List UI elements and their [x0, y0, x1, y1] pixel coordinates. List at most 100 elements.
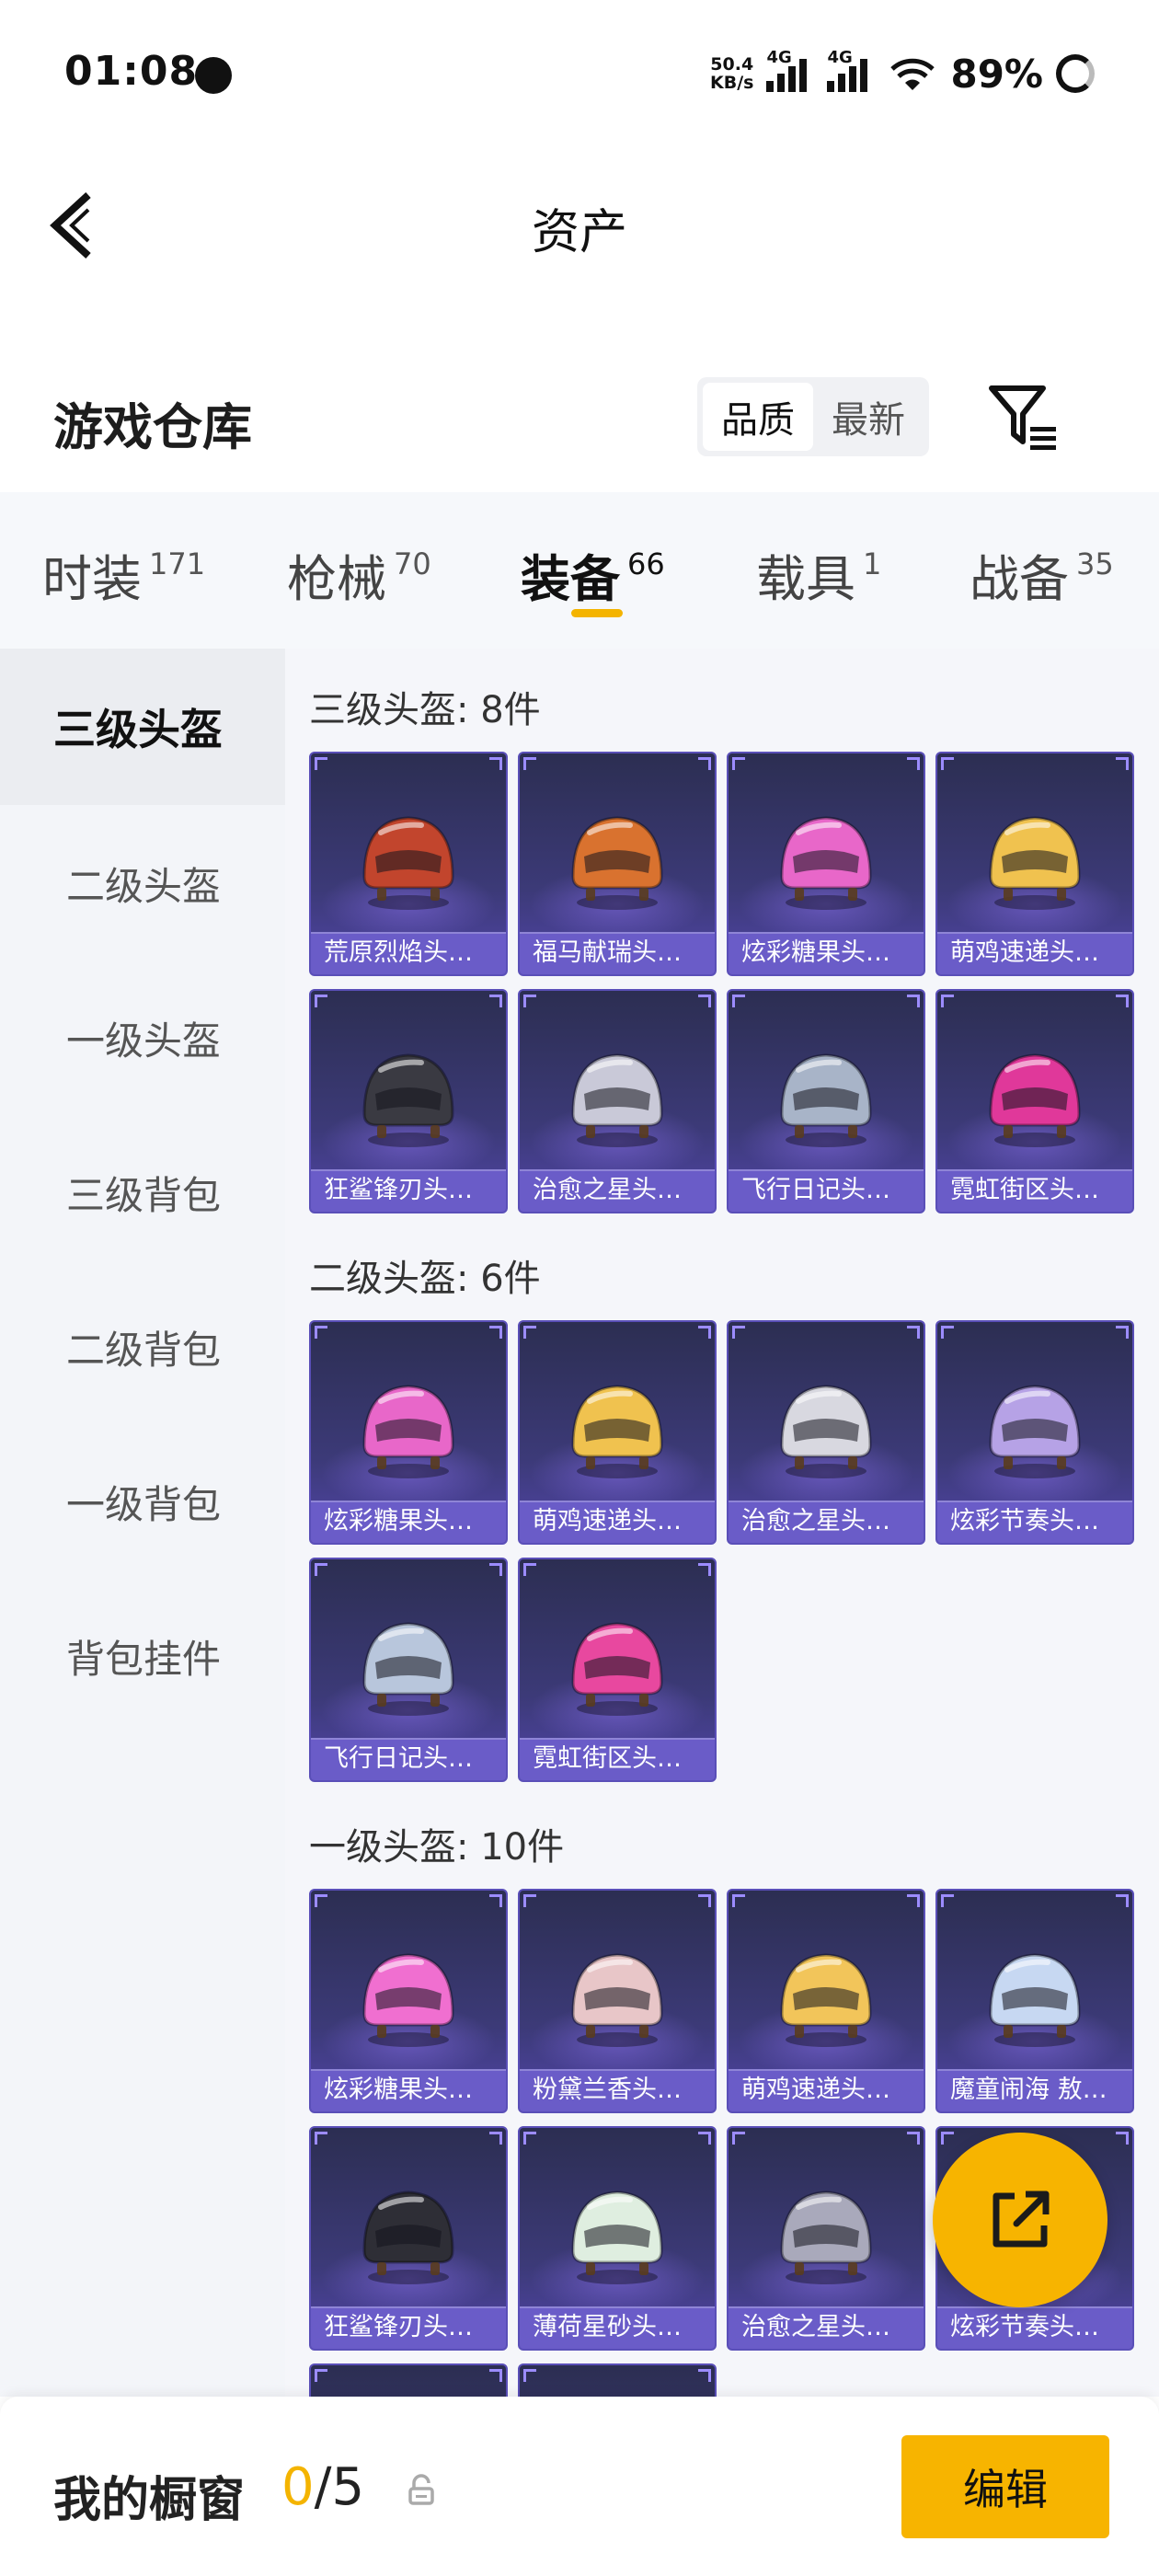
item-card[interactable]: 福马献瑞头… [518, 752, 717, 976]
item-card[interactable]: 治愈之星头… [727, 1320, 925, 1545]
showcase-current: 0 [281, 2457, 315, 2517]
item-card[interactable]: 萌鸡速递头… [518, 1320, 717, 1545]
item-card[interactable]: 炫彩节奏头… [935, 1320, 1134, 1545]
item-card[interactable]: 飞行日记头… [727, 989, 925, 1213]
card-corner [698, 2132, 711, 2145]
item-card[interactable]: 粉黛兰香头… [518, 1889, 717, 2113]
card-corner [523, 1563, 536, 1576]
card-corner [732, 1894, 745, 1907]
sort-option-newest[interactable]: 最新 [813, 383, 924, 451]
item-name: 狂鲨锋刃头… [311, 1169, 506, 1212]
section-title: 二级头盔: 6件 [309, 1258, 541, 1300]
tab-count: 66 [627, 546, 665, 581]
sidebar-item-lv3-helmet[interactable]: 三级头盔 [0, 649, 285, 805]
pilot-helmet-icon [362, 1622, 454, 1716]
item-name: 炫彩节奏头… [937, 2306, 1132, 2349]
item-card[interactable]: 薄荷星砂头… [518, 2126, 717, 2351]
card-corner [698, 2369, 711, 2382]
item-card[interactable]: 狂鲨锋刃头… [309, 2126, 508, 2351]
item-name: 萌鸡速递头… [520, 1501, 715, 1543]
card-corner [1116, 757, 1129, 770]
battery-ring-icon [1056, 54, 1095, 93]
showcase-count: 0/5 [281, 2457, 364, 2517]
sidebar-item-lv1-helmet[interactable]: 一级头盔 [0, 960, 285, 1116]
tab-equipment[interactable]: 装备 66 [521, 538, 665, 611]
item-card[interactable]: 萌鸡速递头… [727, 1889, 925, 2113]
dragon-helmet-icon [989, 1953, 1081, 2047]
filter-icon[interactable] [988, 381, 1061, 454]
flame-wolf-helmet-icon [362, 816, 454, 910]
card-corner [907, 995, 920, 1007]
card-corner [315, 1326, 327, 1339]
sidebar-item-lv3-backpack[interactable]: 三级背包 [0, 1114, 285, 1271]
card-corner [523, 757, 536, 770]
sidebar-item-backpack-charm[interactable]: 背包挂件 [0, 1578, 285, 1734]
item-card[interactable]: 炫彩糖果头… [309, 1889, 508, 2113]
signal-icon: 4G [766, 48, 814, 92]
edit-button[interactable]: 编辑 [901, 2435, 1109, 2538]
item-card[interactable]: 治愈之星头… [518, 989, 717, 1213]
card-corner [489, 1894, 502, 1907]
sort-option-quality[interactable]: 品质 [703, 383, 813, 451]
card-corner [907, 2132, 920, 2145]
card-corner [941, 1326, 954, 1339]
item-card[interactable]: 萌鸡速递头… [935, 752, 1134, 976]
item-card[interactable]: 炫彩糖果头… [309, 1320, 508, 1545]
card-corner [523, 1326, 536, 1339]
sidebar-item-lv2-helmet[interactable]: 二级头盔 [0, 805, 285, 961]
sidebar-item-lv1-backpack[interactable]: 一级背包 [0, 1423, 285, 1580]
share-icon [993, 2191, 1050, 2248]
sidebar-item-lv2-backpack[interactable]: 二级背包 [0, 1269, 285, 1425]
item-card[interactable] [518, 2363, 717, 2397]
section-title: 一级头盔: 10件 [309, 1826, 565, 1869]
item-card[interactable]: 治愈之星头… [727, 2126, 925, 2351]
card-corner [315, 1563, 327, 1576]
network-type-label: 4G [827, 48, 853, 67]
globe-icon [195, 57, 232, 94]
showcase-max: /5 [314, 2457, 365, 2517]
item-card[interactable]: 霓虹街区头… [518, 1558, 717, 1782]
tab-supplies[interactable]: 战备 35 [970, 538, 1114, 611]
neon-helmet-icon [571, 1622, 663, 1716]
card-corner [489, 1326, 502, 1339]
item-card[interactable]: 狂鲨锋刃头… [309, 989, 508, 1213]
card-corner [523, 2369, 536, 2382]
item-name: 霓虹街区头… [520, 1738, 715, 1780]
sort-toggle: 品质 最新 [697, 377, 929, 456]
wifi-icon [890, 58, 935, 90]
item-name: 萌鸡速递头… [937, 932, 1132, 974]
tab-fashion[interactable]: 时装 171 [42, 538, 205, 611]
share-button[interactable] [933, 2133, 1107, 2307]
item-card[interactable]: 炫彩糖果头… [727, 752, 925, 976]
card-corner [941, 995, 954, 1007]
tab-label: 装备 [521, 550, 620, 608]
card-corner [489, 995, 502, 1007]
item-card[interactable]: 飞行日记头… [309, 1558, 508, 1782]
card-corner [732, 2132, 745, 2145]
card-corner [907, 1894, 920, 1907]
card-corner [489, 2369, 502, 2382]
horse-helmet-icon [571, 816, 663, 910]
card-corner [315, 1894, 327, 1907]
item-card[interactable]: 荒原烈焰头… [309, 752, 508, 976]
tab-vehicles[interactable]: 载具 1 [756, 538, 881, 611]
card-corner [523, 1894, 536, 1907]
item-card[interactable]: 霓虹街区头… [935, 989, 1134, 1213]
tab-weapons[interactable]: 枪械 70 [287, 538, 431, 611]
active-tab-indicator [571, 609, 623, 617]
item-card[interactable]: 魔童闹海 敖… [935, 1889, 1134, 2113]
item-card[interactable] [309, 2363, 508, 2397]
star-helmet-icon [780, 2191, 872, 2284]
chick-helmet-icon [989, 816, 1081, 910]
tab-label: 枪械 [287, 550, 386, 608]
page-title: 资产 [531, 205, 627, 260]
item-name: 治愈之星头… [729, 1501, 924, 1543]
item-name: 飞行日记头… [729, 1169, 924, 1212]
tab-count: 171 [149, 546, 206, 581]
card-corner [732, 1326, 745, 1339]
star-helmet-icon [571, 1053, 663, 1147]
card-corner [941, 1894, 954, 1907]
network-speed-unit: KB/s [710, 73, 754, 93]
lock-icon [408, 2474, 434, 2505]
card-corner [941, 2132, 954, 2145]
